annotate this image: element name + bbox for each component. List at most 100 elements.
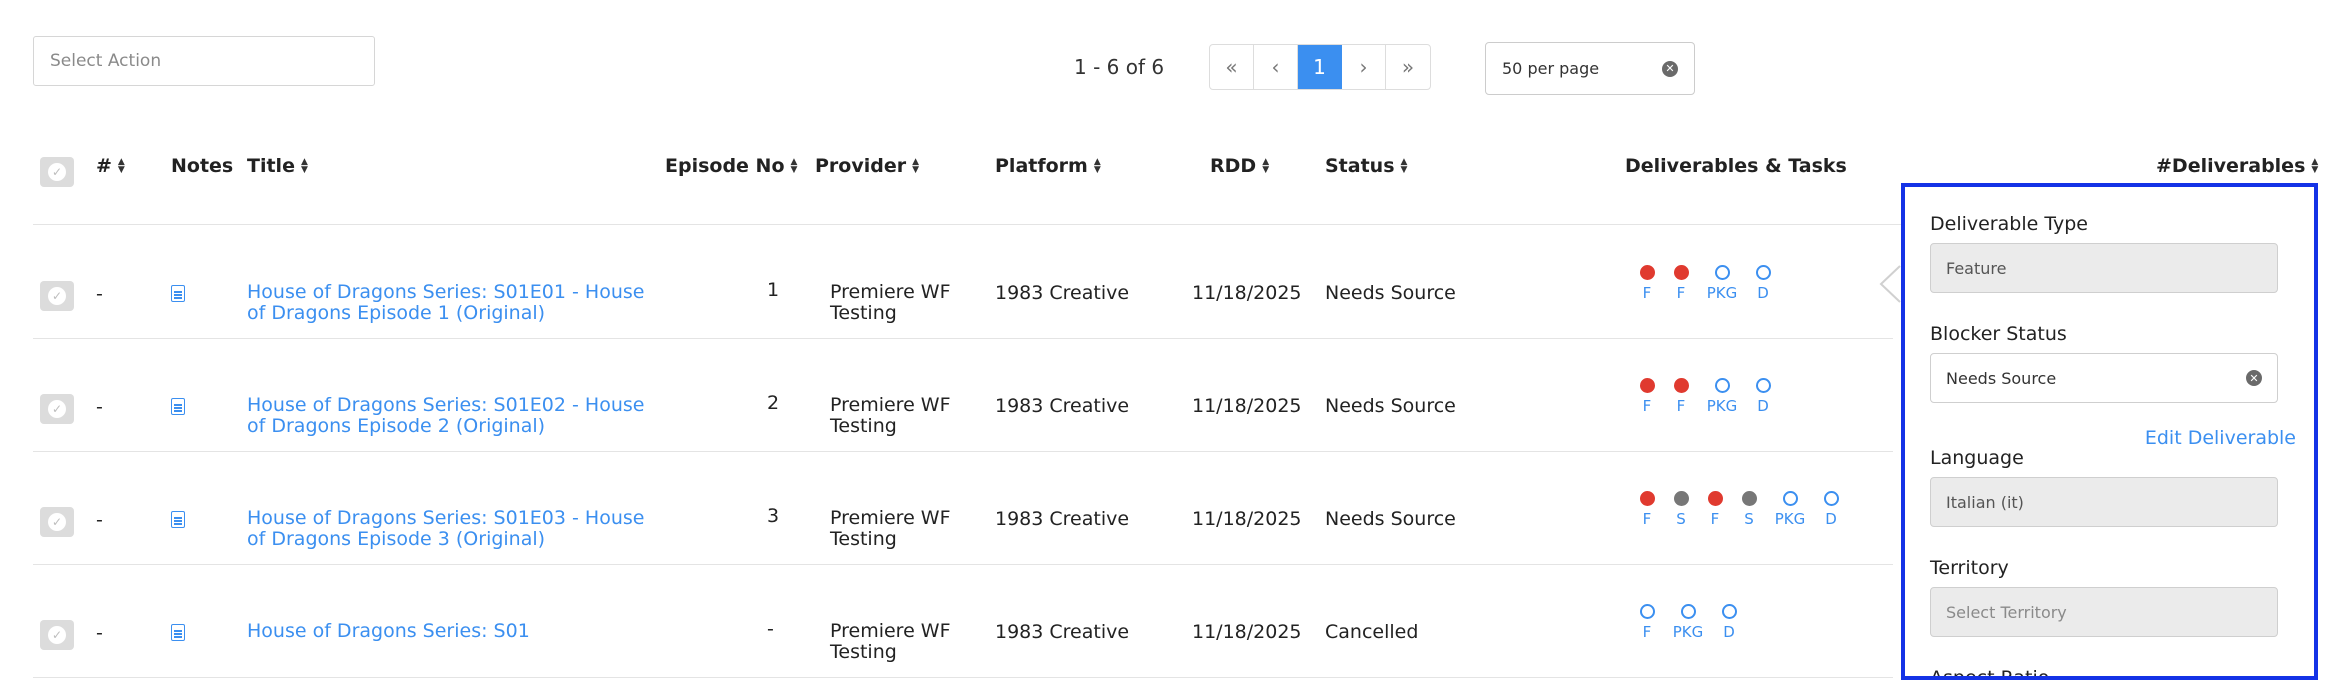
task-indicator[interactable]: D (1752, 265, 1774, 302)
row-rdd: 11/18/2025 (1192, 282, 1302, 304)
column-header-label: Title (247, 155, 295, 177)
task-label: F (1642, 623, 1652, 641)
task-indicator[interactable]: PKG (1670, 604, 1706, 641)
task-indicator[interactable]: F (1636, 378, 1658, 415)
task-label: PKG (1774, 510, 1806, 528)
next-page-button[interactable]: › (1342, 45, 1386, 89)
status-dot-icon (1639, 491, 1655, 506)
task-indicator[interactable]: D (1718, 604, 1740, 641)
provider-line: Testing (830, 528, 897, 550)
sort-icon: ▲ ▼ (912, 157, 920, 175)
column-header-label: RDD (1210, 155, 1257, 177)
status-dot-icon (1680, 604, 1696, 619)
column-header-num[interactable]: # ▲ ▼ (96, 155, 125, 177)
task-indicator[interactable]: S (1670, 491, 1692, 528)
row-platform: 1983 Creative (995, 395, 1130, 417)
task-indicator[interactable]: F (1704, 491, 1726, 528)
blocker-status-select[interactable]: Needs Source ✕ (1930, 353, 2278, 403)
column-header-provider[interactable]: Provider ▲ ▼ (815, 155, 919, 177)
task-label: S (1676, 510, 1686, 528)
task-label: PKG (1706, 284, 1738, 302)
task-indicator[interactable]: D (1752, 378, 1774, 415)
per-page-select[interactable]: 50 per page ✕ (1485, 42, 1695, 95)
prev-page-button[interactable]: ‹ (1254, 45, 1298, 89)
last-page-button[interactable]: » (1386, 45, 1430, 89)
provider-line: Testing (830, 415, 897, 437)
task-indicator[interactable]: F (1636, 491, 1658, 528)
column-header-episode-no[interactable]: Episode No ▲ ▼ (665, 155, 797, 177)
column-header-label: Status (1325, 155, 1395, 177)
notes-icon[interactable] (171, 511, 185, 528)
status-dot-icon (1639, 604, 1655, 619)
task-label: D (1723, 623, 1735, 641)
status-dot-icon (1714, 265, 1730, 280)
task-indicator[interactable]: PKG (1704, 378, 1740, 415)
task-indicator[interactable]: F (1670, 378, 1692, 415)
task-label: F (1710, 510, 1720, 528)
language-value: Italian (it) (1946, 492, 2024, 512)
page-1-button[interactable]: 1 (1298, 45, 1342, 89)
notes-icon[interactable] (171, 624, 185, 641)
provider-line: Premiere WF (830, 620, 951, 642)
row-provider: Premiere WF Testing (830, 282, 951, 324)
column-header-title[interactable]: Title ▲ ▼ (247, 155, 308, 177)
select-all-checkbox[interactable]: ✓ (40, 157, 74, 187)
column-header-status[interactable]: Status ▲ ▼ (1325, 155, 1407, 177)
column-header-deliverables-count[interactable]: #Deliverables ▲ ▼ (2156, 155, 2318, 177)
status-dot-icon (1823, 491, 1839, 506)
notes-icon[interactable] (171, 285, 185, 302)
row-checkbox[interactable]: ✓ (40, 507, 74, 537)
row-checkbox[interactable]: ✓ (40, 281, 74, 311)
sort-icon: ▲ ▼ (117, 157, 125, 175)
task-indicator[interactable]: F (1636, 265, 1658, 302)
row-title-link[interactable]: House of Dragons Series: S01E01 - House o… (247, 282, 644, 324)
clear-icon[interactable]: ✕ (2246, 370, 2262, 386)
select-action-dropdown[interactable]: Select Action (33, 36, 375, 86)
row-num: - (96, 283, 103, 305)
edit-deliverable-link[interactable]: Edit Deliverable (2145, 427, 2296, 449)
row-divider (33, 564, 1893, 565)
blocker-status-value: Needs Source (1946, 368, 2057, 388)
row-checkbox[interactable]: ✓ (40, 620, 74, 650)
title-line: House of Dragons Series: S01E02 - House (247, 394, 645, 416)
status-dot-icon (1673, 378, 1689, 393)
row-checkbox[interactable]: ✓ (40, 394, 74, 424)
page-count: 1 - 6 of 6 (1074, 55, 1165, 79)
task-indicator[interactable]: F (1670, 265, 1692, 302)
row-status: Needs Source (1325, 508, 1456, 530)
row-title-link[interactable]: House of Dragons Series: S01 (247, 621, 530, 642)
column-header-label: Deliverables & Tasks (1625, 155, 1847, 177)
status-dot-icon (1639, 378, 1655, 393)
row-title-link[interactable]: House of Dragons Series: S01E03 - House o… (247, 508, 644, 550)
status-dot-icon (1741, 491, 1757, 506)
task-indicator[interactable]: D (1820, 491, 1842, 528)
language-field: Italian (it) (1930, 477, 2278, 527)
row-rdd: 11/18/2025 (1192, 395, 1302, 417)
row-rdd: 11/18/2025 (1192, 508, 1302, 530)
status-dot-icon (1707, 491, 1723, 506)
deliverable-details-panel: Deliverable Type Feature Blocker Status … (1901, 183, 2318, 680)
title-line: House of Dragons Series: S01E01 - House (247, 281, 645, 303)
territory-select[interactable]: Select Territory (1930, 587, 2278, 637)
row-title-link[interactable]: House of Dragons Series: S01E02 - House o… (247, 395, 644, 437)
column-header-rdd[interactable]: RDD ▲ ▼ (1210, 155, 1269, 177)
clear-icon[interactable]: ✕ (1662, 60, 1678, 77)
row-episode-no: - (767, 618, 774, 640)
first-page-button[interactable]: « (1210, 45, 1254, 89)
row-num: - (96, 396, 103, 418)
status-dot-icon (1714, 378, 1730, 393)
sort-icon: ▲ ▼ (300, 157, 308, 175)
notes-icon[interactable] (171, 398, 185, 415)
status-dot-icon (1721, 604, 1737, 619)
column-header-platform[interactable]: Platform ▲ ▼ (995, 155, 1101, 177)
column-header-label: Platform (995, 155, 1088, 177)
task-indicator[interactable]: S (1738, 491, 1760, 528)
deliverables-tasks: F S F S PKG D (1636, 491, 1842, 528)
deliverables-tasks: F PKG D (1636, 604, 1740, 641)
title-line: House of Dragons Series: S01 (247, 620, 530, 642)
task-indicator[interactable]: PKG (1772, 491, 1808, 528)
row-provider: Premiere WF Testing (830, 395, 951, 437)
task-indicator[interactable]: F (1636, 604, 1658, 641)
task-indicator[interactable]: PKG (1704, 265, 1740, 302)
row-episode-no: 2 (767, 392, 780, 414)
